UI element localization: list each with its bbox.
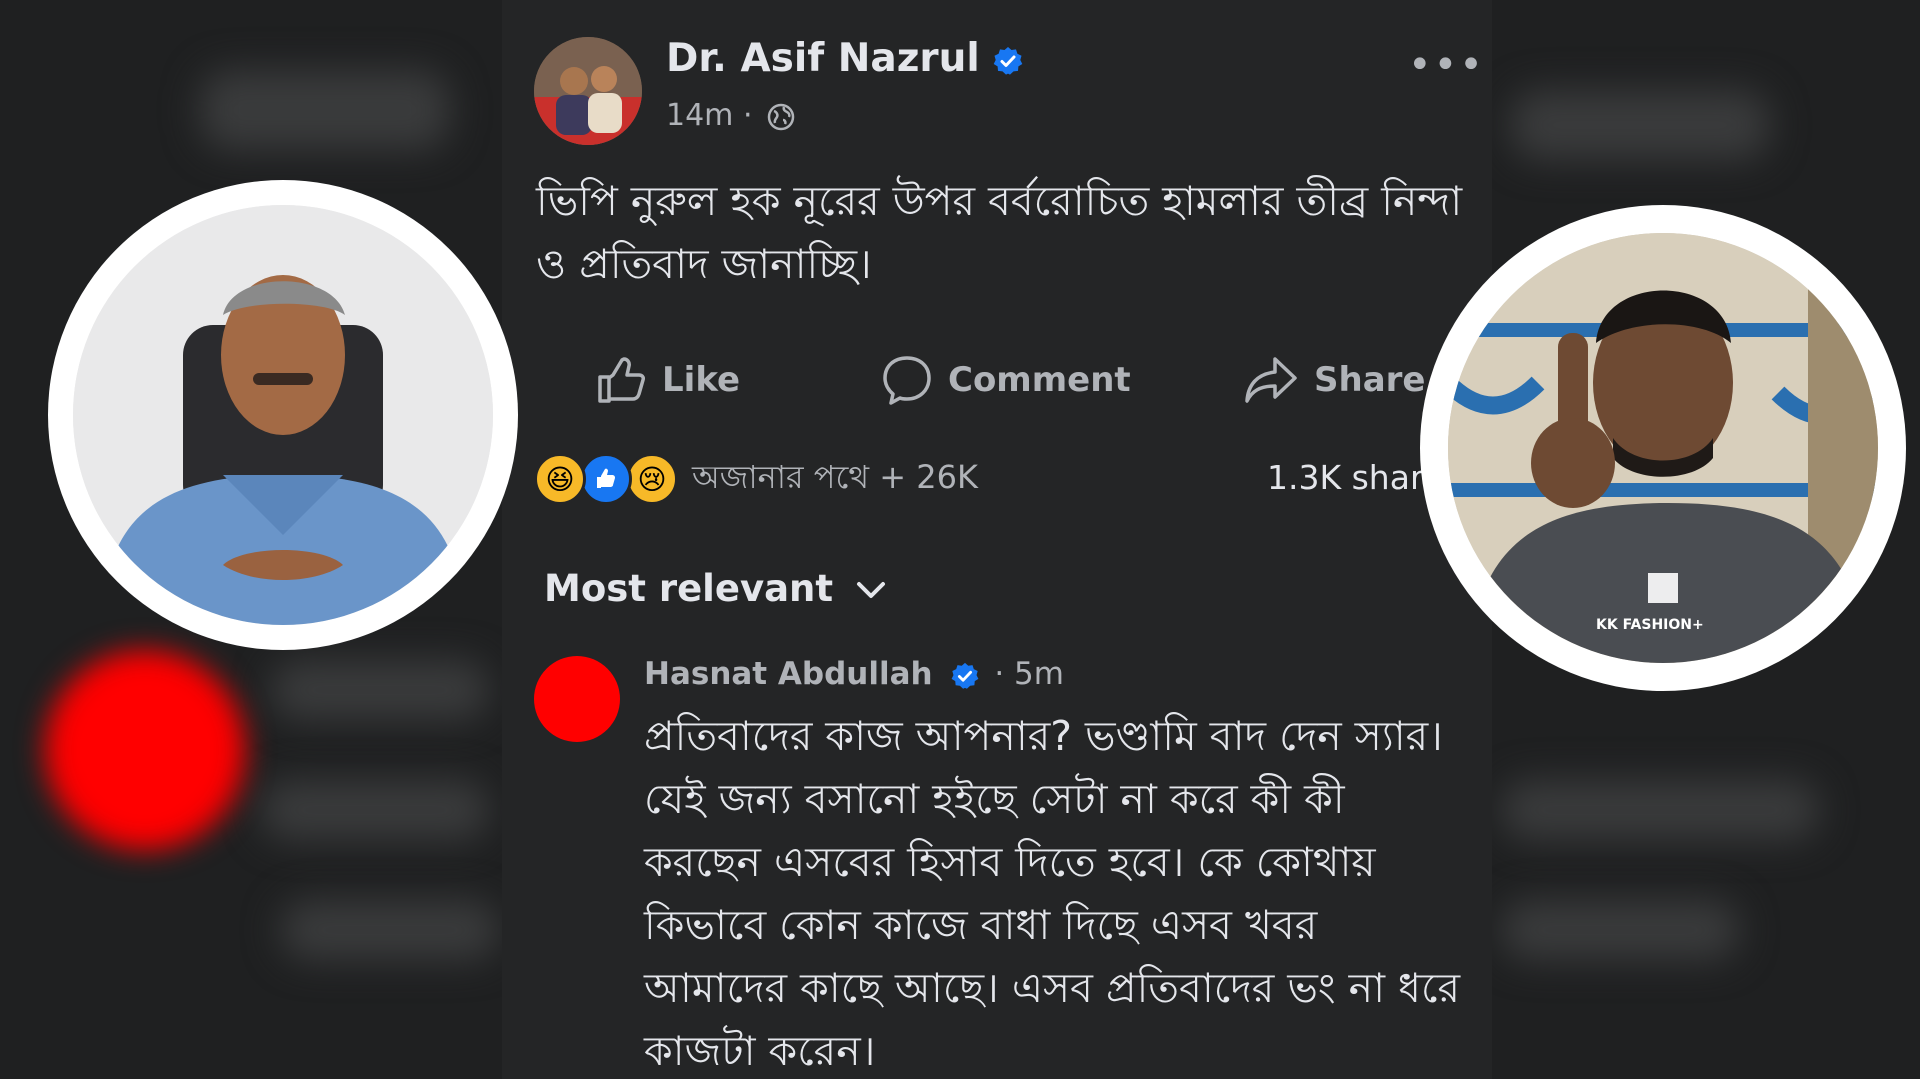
- bg-blob: [1510, 90, 1770, 160]
- reactions-text: অজানার পথে + 26K: [692, 458, 978, 496]
- comment-icon: [883, 356, 931, 405]
- bg-blob: [1500, 900, 1740, 960]
- bg-red-blob: [45, 650, 245, 850]
- verified-badge-icon: [993, 46, 1023, 75]
- sad-reaction-icon: 😢: [626, 453, 678, 505]
- share-button[interactable]: Share: [1242, 350, 1425, 410]
- comment-button[interactable]: Comment: [880, 350, 1131, 410]
- bg-blob: [200, 70, 450, 150]
- like-button[interactable]: Like: [594, 350, 740, 410]
- comment-label: Comment: [948, 360, 1131, 400]
- bg-blob: [280, 900, 500, 960]
- author-name-text[interactable]: Dr. Asif Nazrul: [666, 36, 980, 81]
- more-options-icon[interactable]: •••: [1408, 42, 1485, 88]
- bg-blob: [1500, 780, 1820, 840]
- shares-count[interactable]: 1.3K shar: [1267, 458, 1424, 497]
- sort-label: Most relevant: [544, 567, 834, 610]
- verified-badge-icon: [952, 662, 979, 689]
- commenter-avatar[interactable]: [534, 656, 620, 742]
- comment-header: Hasnat Abdullah · 5m: [644, 656, 1064, 692]
- post-actions: Like Comment Share: [502, 350, 1492, 410]
- author-avatar[interactable]: [534, 37, 642, 145]
- thumbs-up-icon: [598, 357, 645, 403]
- like-reaction-icon: [580, 453, 632, 505]
- right-person-photo: KK FASHION+: [1420, 205, 1906, 691]
- globe-icon: [767, 103, 795, 130]
- bg-blob: [260, 780, 490, 840]
- post-text: ভিপি নুরুল হক নূরের উপর বর্বরোচিত হামলার…: [536, 177, 1463, 288]
- commenter-name[interactable]: Hasnat Abdullah: [644, 656, 933, 692]
- author-name[interactable]: Dr. Asif Nazrul: [666, 36, 1024, 81]
- like-label: Like: [662, 360, 741, 400]
- chevron-down-icon: [856, 581, 885, 598]
- left-person-photo: [48, 180, 518, 650]
- share-label: Share: [1314, 360, 1426, 400]
- post-time[interactable]: 14m: [666, 98, 733, 133]
- comment-time: · 5m: [994, 656, 1064, 692]
- share-arrow-icon: [1245, 357, 1297, 403]
- comment-sort-dropdown[interactable]: Most relevant: [544, 567, 888, 610]
- haha-reaction-icon: 😆: [534, 453, 586, 505]
- facebook-post: Dr. Asif Nazrul ••• 14m · ভিপি নুরুল হক …: [502, 0, 1492, 1079]
- shirt-brand-text: KK FASHION+: [1596, 617, 1704, 633]
- comment-text: প্রতিবাদের কাজ আপনার? ভণ্ডামি বাদ দেন স্…: [644, 712, 1461, 1075]
- bg-blob: [270, 660, 490, 720]
- reactions-summary[interactable]: 😆 😢 অজানার পথে + 26K: [534, 452, 978, 506]
- post-meta: 14m ·: [666, 98, 796, 133]
